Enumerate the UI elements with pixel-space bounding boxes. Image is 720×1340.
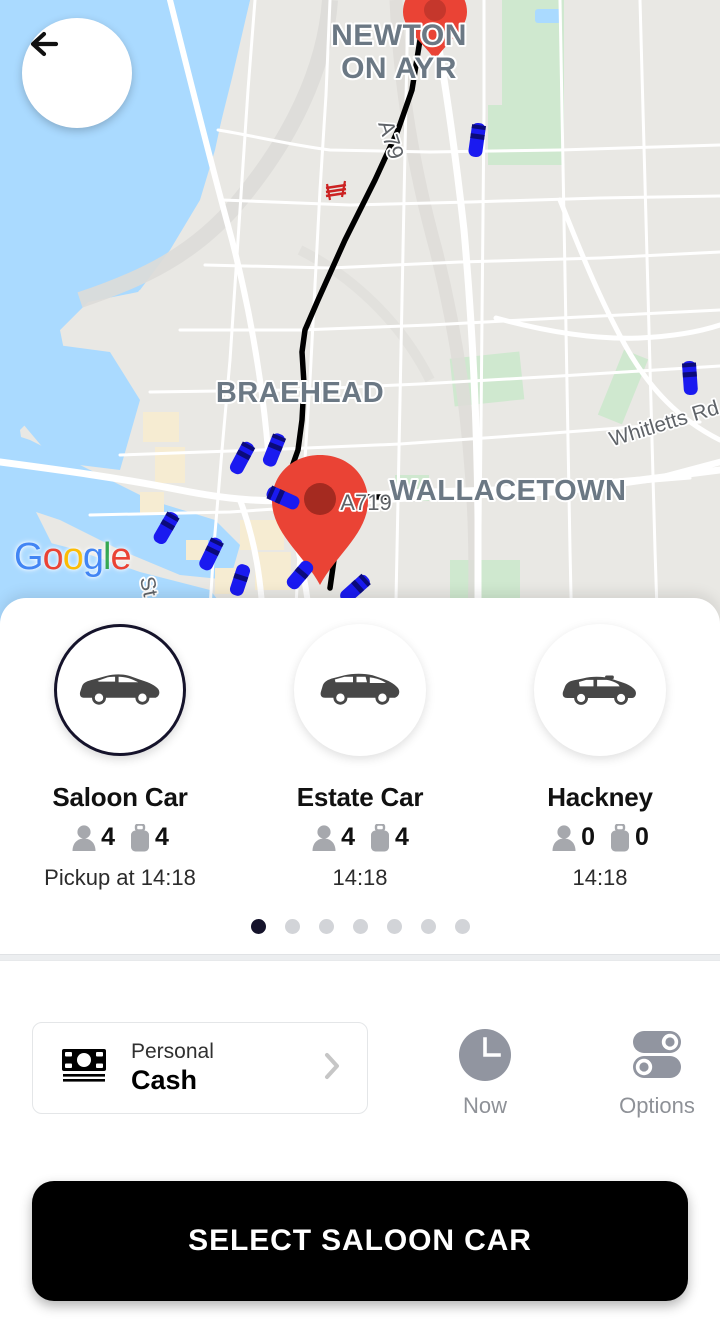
carousel-pagination [0,919,720,934]
booking-options-row: Personal Cash Now Options [0,1022,720,1119]
luggage-count: 4 [155,823,169,851]
select-vehicle-button[interactable]: SELECT SALOON CAR [32,1181,688,1301]
google-letter-o1: o [42,536,64,578]
luggage-count: 0 [635,823,649,851]
pagination-dot-4[interactable] [352,919,368,934]
vehicle-icon-wrapper-estate[interactable] [294,624,426,756]
passenger-count: 0 [581,823,595,851]
pagination-dot-5[interactable] [386,919,402,934]
hackney-cab-icon [562,675,636,705]
vehicle-name: Estate Car [296,782,424,812]
luggage-icon [371,823,389,851]
vehicle-pickup-time: 14:18 [572,865,627,891]
vehicle-option-saloon-car[interactable]: Saloon Car 4 4 Pickup at 14:18 [0,624,240,891]
pagination-dot-2[interactable] [284,919,300,934]
google-letter-e: e [110,536,131,578]
cash-banknote-icon [62,1048,106,1082]
toggles-icon [633,1031,681,1078]
pickup-time-value: 14:18 [140,865,196,890]
vehicle-pickup-time: Pickup at 14:18 [44,865,196,891]
luggage-count: 4 [395,823,409,851]
pagination-dot-6[interactable] [420,919,436,934]
vehicle-option-hackney[interactable]: Hackney 0 0 14:18 [480,624,720,891]
vehicle-option-estate-car[interactable]: Estate Car 4 4 14:18 [240,624,480,891]
map-view[interactable]: NEWTON ON AYR BRAEHEAD WALLACETOWN A79 A… [0,0,720,640]
saloon-car-icon [79,674,160,705]
ride-time-label: Now [462,1093,507,1118]
google-letter-o2: o [62,536,84,578]
arrow-left-icon [30,31,59,57]
svg-text:NEWTON: NEWTON [331,19,467,52]
svg-text:BRAEHEAD: BRAEHEAD [216,377,384,409]
google-attribution: Google [14,536,132,579]
passenger-count: 4 [341,823,355,851]
svg-text:ON AYR: ON AYR [341,52,457,85]
passenger-icon [312,824,336,851]
payment-icon-wrapper [61,1048,107,1089]
payment-method-button[interactable]: Personal Cash [32,1022,368,1114]
vehicle-icon-wrapper-hackney[interactable] [534,624,666,756]
section-divider [0,954,720,961]
payment-chevron-wrapper [321,1048,343,1089]
vehicle-icon-wrapper-saloon[interactable] [54,624,186,756]
vehicle-capacity: 4 4 [311,823,409,852]
pagination-dot-3[interactable] [318,919,334,934]
select-vehicle-label: SELECT SALOON CAR [188,1224,532,1257]
payment-account-label: Personal [131,1039,214,1063]
google-letter-g2: g [82,536,104,578]
vehicle-pickup-time: 14:18 [332,865,387,891]
pagination-dot-1[interactable] [250,919,266,934]
luggage-icon [611,823,629,851]
passenger-icon [72,824,96,851]
vehicle-name: Hackney [547,782,653,812]
payment-text: Personal Cash [131,1040,321,1097]
ride-time-button[interactable]: Now [426,1028,544,1119]
vehicle-capacity: 0 0 [551,823,649,852]
pickup-time-prefix: Pickup at [44,865,141,890]
passenger-count: 4 [101,823,115,851]
ride-options-label: Options [619,1093,695,1118]
ride-booking-screen: NEWTON ON AYR BRAEHEAD WALLACETOWN A79 A… [0,0,720,1340]
vehicle-capacity: 4 4 [71,823,169,852]
pickup-time-value: 14:18 [572,865,628,890]
vehicle-carousel: Saloon Car 4 4 Pickup at 14:18 Estate Ca… [0,598,720,891]
ride-options-button[interactable]: Options [598,1028,716,1119]
back-button[interactable] [22,18,132,128]
google-letter-g1: G [14,536,44,578]
estate-car-icon [320,673,400,705]
payment-method-value: Cash [131,1064,198,1095]
pagination-dot-7[interactable] [454,919,470,934]
svg-text:A719: A719 [340,490,391,515]
vehicle-name: Saloon Car [52,782,188,812]
pickup-time-value: 14:18 [332,865,388,890]
chevron-right-icon [325,1052,339,1079]
luggage-icon [131,823,149,851]
clock-icon [459,1029,511,1081]
svg-text:WALLACETOWN: WALLACETOWN [390,475,627,507]
passenger-icon [552,824,576,851]
